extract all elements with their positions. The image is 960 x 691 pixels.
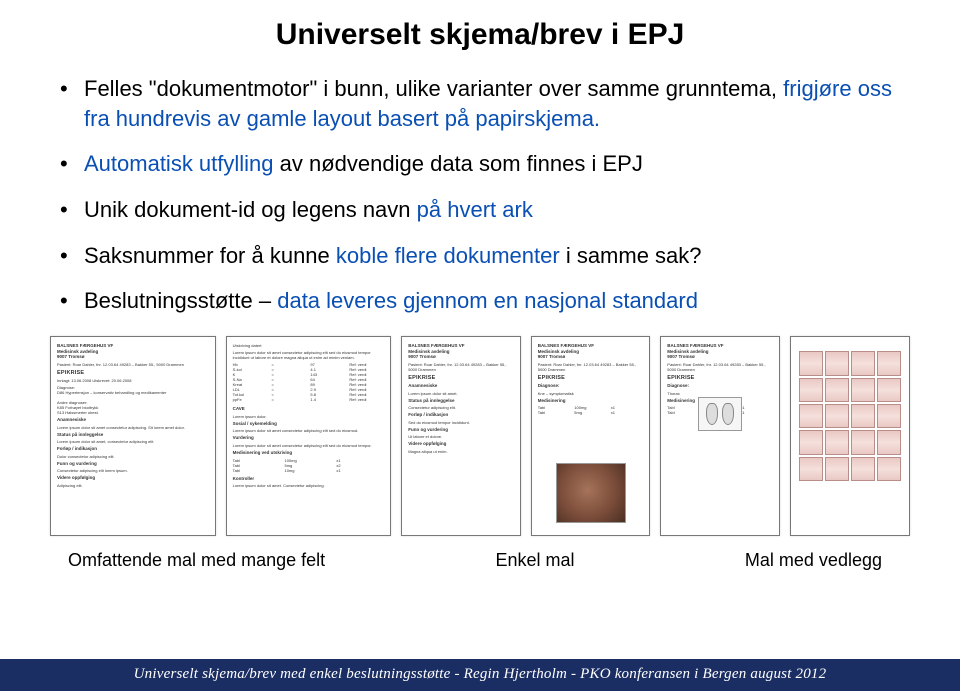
thumb-1-pt: Pasient: Roar Dahler, fnr. 12.03.64 4928… (57, 362, 209, 367)
lungs-icon (698, 397, 742, 431)
footer-bar: Universelt skjema/brev med enkel beslutn… (0, 659, 960, 691)
thumb-1-b3: Forløp / indikasjon (57, 446, 209, 452)
thumb-3-sec: EPIKRISE (408, 375, 514, 382)
thumb-3-hdr: BALSNES FÆRGEHUS VF Medisinsk avdeling 9… (408, 343, 514, 360)
thumb-2-top: Utskriving datert (233, 343, 385, 348)
thumb-1-sec: EPIKRISE (57, 370, 209, 377)
thumb-4-b: Medisinering (538, 398, 644, 404)
footer-left: Universelt skjema/brev med enkel beslutn… (134, 666, 451, 682)
thumb-2-b2: Sosial / sykemelding (233, 421, 385, 427)
spine-chart (799, 351, 901, 481)
bullet-2: Automatisk utfylling av nødvendige data … (58, 149, 912, 179)
thumb-1: BALSNES FÆRGEHUS VF Medisinsk avdeling 9… (50, 336, 216, 536)
bullet-3-pre: Unik dokument-id og legens navn (84, 197, 417, 222)
thumb-1-b4: Funn og vurdering (57, 461, 209, 467)
thumb-3-pt: Pasient: Roar Dahler, fnr. 12.03.64 4928… (408, 362, 514, 372)
thumb-1-b1: Anamnesiske (57, 417, 209, 423)
bullet-2-blue: Automatisk utfylling (84, 151, 274, 176)
caption-3: Mal med vedlegg (745, 550, 882, 571)
thumb-3-b1: Anamnesiske (408, 383, 514, 389)
thumb-3-b5: Videre oppfølging (408, 441, 514, 447)
bullet-4: Saksnummer for å kunne koble flere dokum… (58, 241, 912, 271)
thumb-1-p1: Innlagt: 13.06.2008 Utskrevet: 20.06.200… (57, 378, 209, 383)
bullet-1-pre: Felles "dokumentmotor" i bunn, ulike var… (84, 76, 783, 101)
thumb-2-rows: Hb S-kol K S-Na Kreat LDL Tot.kol ppFe (233, 362, 268, 402)
bullet-4-pre: Saksnummer for å kunne (84, 243, 336, 268)
thumb-2-b3: Vurdering (233, 435, 385, 441)
thumb-3-b4: Funn og vurdering (408, 427, 514, 433)
thumb-3-b2: Status på innleggelse (408, 398, 514, 404)
thumb-3-b3: Forløp / indikasjon (408, 412, 514, 418)
bullet-5-pre: Beslutningsstøtte – (84, 288, 277, 313)
bullet-5-blue: data leveres gjennom en nasjonal standar… (277, 288, 698, 313)
bullet-3: Unik dokument-id og legens navn på hvert… (58, 195, 912, 225)
footer-mid: Regin Hjertholm (464, 666, 567, 682)
bullet-2-post: av nødvendige data som finnes i EPJ (274, 151, 643, 176)
thumbnail-row: BALSNES FÆRGEHUS VF Medisinsk avdeling 9… (48, 336, 912, 536)
page-title: Universelt skjema/brev i EPJ (48, 18, 912, 52)
thumb-1-hdr: BALSNES FÆRGEHUS VF Medisinsk avdeling 9… (57, 343, 209, 360)
bullet-list: Felles "dokumentmotor" i bunn, ulike var… (48, 74, 912, 316)
caption-2: Enkel mal (496, 550, 575, 571)
bullet-1: Felles "dokumentmotor" i bunn, ulike var… (58, 74, 912, 133)
bullet-5: Beslutningsstøtte – data leveres gjennom… (58, 286, 912, 316)
thumb-6 (790, 336, 910, 536)
caption-row: Omfattende mal med mange felt Enkel mal … (48, 550, 912, 571)
thumb-5: BALSNES FÆRGEHUS VF Medisinsk avdeling 9… (660, 336, 780, 536)
thumb-1-b5: Videre oppfølging (57, 475, 209, 481)
thumb-4: BALSNES FÆRGEHUS VF Medisinsk avdeling 9… (531, 336, 651, 536)
caption-1: Omfattende mal med mange felt (68, 550, 325, 571)
footer-sep1: - (451, 666, 464, 682)
thumb-5-sec: EPIKRISE (667, 375, 773, 382)
bullet-4-blue: koble flere dokumenter (336, 243, 560, 268)
thumb-1-p2: Diagnose: D86 Hypertensjon – konservativ… (57, 385, 209, 415)
thumb-2: Utskriving datert Lorem ipsum dolor sit … (226, 336, 392, 536)
thumb-3: BALSNES FÆRGEHUS VF Medisinsk avdeling 9… (401, 336, 521, 536)
thumb-2-b1: CAVE (233, 406, 385, 412)
thumb-2-b5: Kontroller (233, 476, 385, 482)
footer-right: PKO konferansen i Bergen august 2012 (580, 666, 826, 682)
knee-photo (556, 463, 626, 523)
thumb-2-b4: Medisinering ved utskriving (233, 450, 385, 456)
bullet-4-post: i samme sak? (560, 243, 702, 268)
thumb-4-sec: EPIKRISE (538, 375, 644, 382)
bullet-3-blue: på hvert ark (417, 197, 533, 222)
thumb-1-b2: Status på innleggelse (57, 432, 209, 438)
footer-sep2: - (567, 666, 580, 682)
